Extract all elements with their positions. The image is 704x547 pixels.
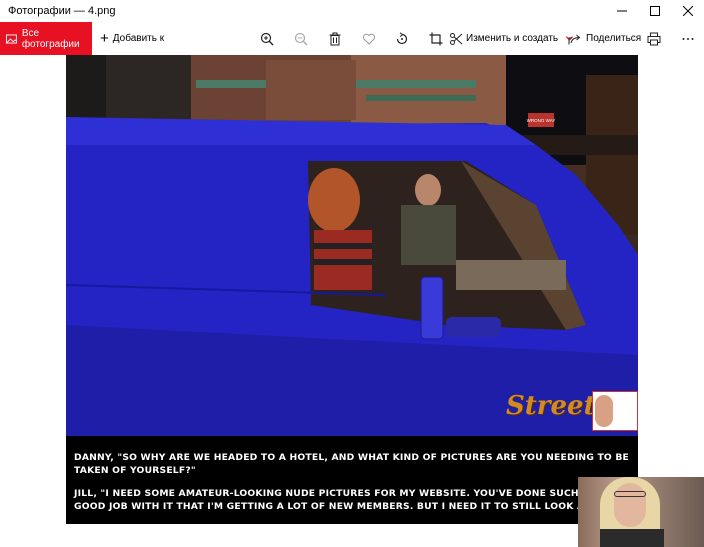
print-button[interactable] — [644, 22, 664, 55]
zoom-out-button[interactable] — [291, 22, 311, 55]
share-label: Поделиться — [586, 33, 642, 44]
edit-create-icon — [450, 32, 463, 45]
caption-danny: Danny, "So why are we headed to a hotel,… — [74, 452, 630, 476]
logo-badge — [592, 391, 638, 431]
webcam-overlay — [578, 477, 704, 547]
print-icon — [647, 32, 661, 45]
close-icon — [682, 6, 693, 16]
close-button[interactable] — [671, 0, 704, 22]
more-button[interactable] — [678, 22, 698, 55]
crop-icon — [429, 32, 443, 45]
zoom-in-icon — [260, 32, 274, 45]
rotate-button[interactable] — [392, 22, 412, 55]
all-photos-label: Все фотографии — [21, 27, 80, 50]
caption-jill: Jill, "I need some amateur-looking nude … — [74, 488, 628, 512]
zoom-out-icon — [294, 32, 308, 45]
zoom-in-button[interactable] — [257, 22, 277, 55]
more-icon — [682, 37, 694, 40]
rotate-icon — [396, 31, 408, 44]
favorite-icon — [362, 33, 376, 45]
add-to-button[interactable]: + Добавить к — [100, 31, 164, 46]
photos-app-window: Фотографии — 4.png Все фотографии + Доба… — [0, 0, 704, 547]
title-bar: Фотографии — 4.png — [0, 0, 704, 22]
photo-image: WRONG WAY Street — [66, 55, 638, 436]
crop-button[interactable] — [426, 22, 446, 55]
delete-button[interactable] — [325, 22, 345, 55]
maximize-icon — [649, 6, 660, 16]
maximize-button[interactable] — [638, 0, 671, 22]
add-to-label: Добавить к — [112, 33, 165, 44]
photo-viewport[interactable]: WRONG WAY Street DANNY, "SO WHY ARE WE H… — [66, 55, 638, 524]
minimize-icon — [616, 10, 627, 12]
photo-icon — [6, 33, 17, 44]
edit-create-button[interactable]: Изменить и создать — [466, 22, 574, 55]
edit-create-label: Изменить и создать — [466, 33, 559, 44]
share-button[interactable]: Поделиться — [586, 22, 641, 55]
favorite-button[interactable] — [359, 22, 379, 55]
share-icon — [568, 34, 581, 44]
plus-icon: + — [100, 30, 109, 47]
watermark-logo: Street — [506, 387, 638, 435]
window-title: Фотографии — 4.png — [8, 5, 116, 17]
minimize-button[interactable] — [605, 0, 638, 22]
all-photos-button[interactable]: Все фотографии — [0, 22, 92, 55]
toolbar: Все фотографии + Добавить к Изменить и с… — [0, 22, 704, 55]
delete-icon — [329, 32, 341, 45]
street-sign: WRONG WAY — [527, 118, 556, 123]
photo-caption: Danny, "So why are we headed to a hotel,… — [66, 436, 638, 524]
share-icon-wrap[interactable] — [565, 22, 585, 55]
edit-create-icon-wrap[interactable] — [446, 22, 466, 55]
